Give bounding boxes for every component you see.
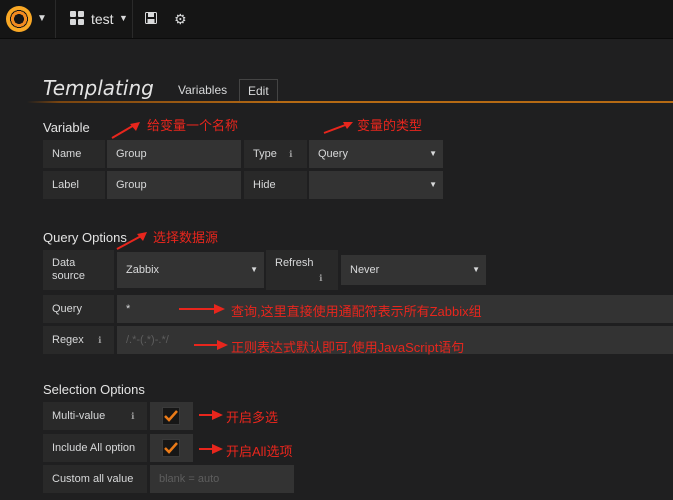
tab-variables[interactable]: Variables [170,79,235,101]
datasource-label: Data source [43,250,114,290]
annotation-name: 给变量一个名称 [147,118,239,133]
dashboard-picker-button[interactable]: test ▼ [60,0,133,38]
label-label: Label [43,171,105,199]
annotation-arrow [199,410,223,420]
annotation-include-all: 开启All选项 [226,444,293,459]
header-divider [27,101,673,103]
dashboard-grid-icon [70,11,84,25]
type-select[interactable]: Query ▼ [309,140,443,168]
info-icon: ℹ [131,411,135,421]
include-all-checkbox[interactable] [162,439,180,457]
multi-value-label: Multi-value ℹ [43,402,147,430]
annotation-query: 查询,这里直接使用通配符表示所有Zabbix组 [231,304,482,319]
annotation-arrow [199,444,223,454]
page-title: Templating [43,76,154,100]
custom-all-input[interactable]: blank = auto [150,465,294,493]
annotation-multi: 开启多选 [226,410,279,425]
include-all-cell [150,434,193,462]
grafana-menu-button[interactable]: ▼ [0,0,56,38]
query-label: Query [43,295,114,323]
regex-label: Regex ℹ [43,326,114,354]
multi-value-checkbox[interactable] [162,407,180,425]
gear-icon[interactable]: ⚙ [174,11,187,28]
info-icon: ℹ [319,273,323,283]
chevron-down-icon: ▼ [250,265,258,274]
label-input[interactable]: Group [107,171,241,199]
top-navbar: ▼ test ▼ ⚙ [0,0,673,39]
include-all-label: Include All option [43,434,147,462]
type-label-text: Type [253,148,277,160]
tab-edit[interactable]: Edit [239,79,278,102]
annotation-regex: 正则表达式默认即可,使用JavaScript语句 [231,340,465,355]
type-select-value: Query [318,148,348,160]
name-input[interactable]: Group [107,140,241,168]
selection-options-title: Selection Options [43,382,145,397]
refresh-select-value: Never [350,264,380,276]
annotation-datasource: 选择数据源 [153,230,219,245]
annotation-arrow [194,340,228,350]
annotation-arrow [179,304,225,314]
caret-down-icon: ▼ [37,13,47,24]
hide-label: Hide [244,171,307,199]
custom-all-label: Custom all value [43,465,147,493]
refresh-label: Refresh ℹ [266,250,338,290]
annotation-type: 变量的类型 [357,118,423,133]
info-icon: ℹ [289,149,293,159]
variable-section-title: Variable [43,120,90,135]
annotation-arrow [323,122,353,134]
chevron-down-icon: ▼ [429,149,437,158]
annotation-arrow [111,122,140,139]
multi-value-cell [150,402,193,430]
grafana-logo-icon [6,6,32,32]
hide-select[interactable]: ▼ [309,171,443,199]
name-label: Name [43,140,105,168]
type-label: Type ℹ [244,140,307,168]
multi-value-label-text: Multi-value [52,410,106,422]
dashboard-title: test [91,11,114,27]
info-icon: ℹ [98,335,102,345]
save-icon[interactable] [145,12,157,27]
regex-label-text: Regex [52,334,84,346]
datasource-select[interactable]: Zabbix ▼ [117,252,264,288]
caret-down-icon: ▼ [119,13,128,23]
chevron-down-icon: ▼ [429,180,437,189]
annotation-arrow [116,232,147,250]
datasource-select-value: Zabbix [126,264,160,276]
refresh-label-text: Refresh [275,257,314,269]
chevron-down-icon: ▼ [472,265,480,274]
refresh-select[interactable]: Never ▼ [341,255,486,285]
